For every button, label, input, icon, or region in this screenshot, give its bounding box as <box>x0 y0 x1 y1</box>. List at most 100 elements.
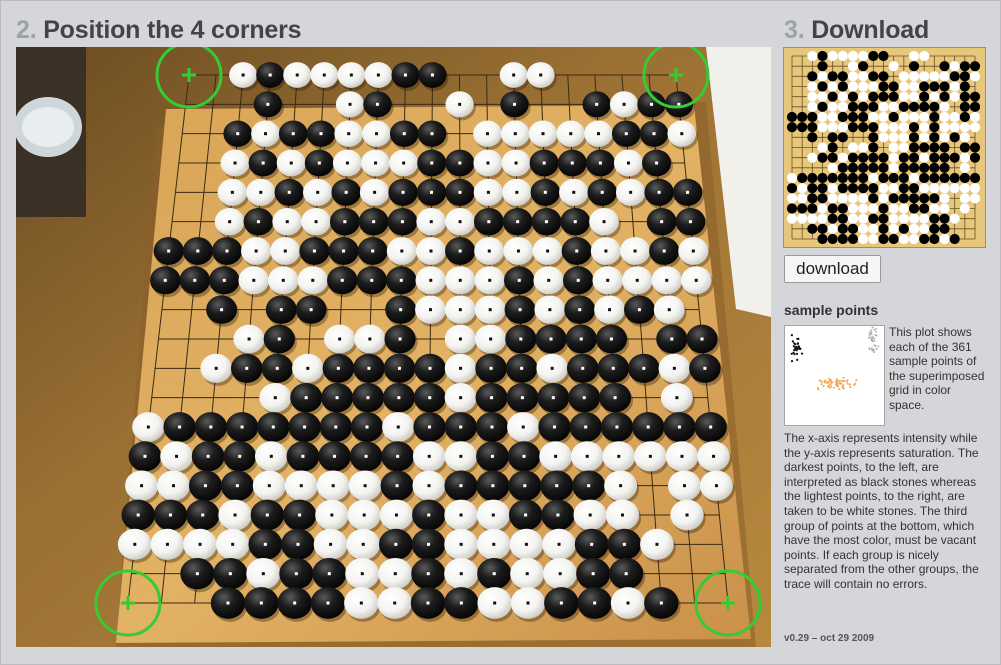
preview-white-stone <box>807 213 818 224</box>
preview-white-stone <box>878 132 889 143</box>
sample-point-dot <box>254 249 258 253</box>
preview-black-stone <box>919 172 930 184</box>
preview-black-stone <box>847 233 859 245</box>
preview-black-stone <box>786 203 798 214</box>
preview-white-stone <box>908 172 920 184</box>
sample-point-dot <box>459 601 463 605</box>
sample-point-dot <box>521 425 525 429</box>
sample-point-dot <box>245 366 249 370</box>
sample-point-dot <box>241 73 245 77</box>
sample-point-dot <box>635 278 639 282</box>
sample-point-dot <box>430 190 433 194</box>
sample-point-dot <box>523 484 527 488</box>
preview-white-stone <box>908 213 920 224</box>
preview-white-stone <box>898 71 909 82</box>
sample-point-dot <box>624 132 628 136</box>
sample-point-dot <box>590 542 594 546</box>
preview-black-stone <box>898 183 909 194</box>
sample-point-dot <box>214 366 218 370</box>
preview-white-stone <box>858 71 869 82</box>
preview-black-stone <box>817 172 828 184</box>
sample-point <box>828 377 831 380</box>
preview-white-stone <box>858 50 869 62</box>
preview-white-stone <box>817 91 828 102</box>
preview-white-stone <box>969 111 981 123</box>
preview-black-stone <box>929 132 940 143</box>
sample-point-dot <box>512 73 516 77</box>
sample-point-dot <box>649 102 653 106</box>
preview-white-stone <box>817 142 828 153</box>
download-button[interactable]: download <box>784 255 881 283</box>
preview-canvas <box>786 50 981 245</box>
sample-point-dot <box>261 161 265 165</box>
preview-black-stone <box>817 81 828 92</box>
preview-white-stone <box>888 183 899 194</box>
sample-point-dot <box>259 190 263 194</box>
sample-point-dot <box>591 572 595 576</box>
sample-point-dot <box>584 425 588 429</box>
preview-black-stone <box>858 152 869 163</box>
sample-point-dot <box>140 484 144 488</box>
preview-black-stone <box>878 71 889 82</box>
preview-black-stone <box>837 233 848 245</box>
preview-black-stone <box>959 142 970 153</box>
sample-point-dot <box>398 337 402 341</box>
sample-point <box>827 384 830 387</box>
preview-black-stone <box>929 193 940 204</box>
preview-black-stone <box>807 172 818 184</box>
preview-white-stone <box>837 91 848 102</box>
sample-point-dot <box>512 102 516 106</box>
preview-white-stone <box>959 183 970 194</box>
preview-black-stone <box>807 203 818 214</box>
sample-point-dot <box>486 132 490 136</box>
sample-point-dot <box>665 278 669 282</box>
sample-point-dot <box>557 542 561 546</box>
sample-point-dot <box>347 132 351 136</box>
sample-point <box>868 334 871 336</box>
preview-black-stone <box>878 233 889 245</box>
preview-black-stone <box>878 203 889 214</box>
preview-white-stone <box>939 111 950 123</box>
sample-point <box>829 383 832 386</box>
sample-point-dot <box>588 513 592 517</box>
sample-point-dot <box>283 249 287 253</box>
sample-point-dot <box>329 542 333 546</box>
sample-point-dot <box>646 425 650 429</box>
preview-white-stone <box>908 111 920 123</box>
sample-point-dot <box>608 308 612 312</box>
preview-white-stone <box>807 101 818 112</box>
preview-black-stone <box>908 152 920 163</box>
preview-black-stone <box>898 223 909 234</box>
preview-black-stone <box>807 71 818 82</box>
sample-point-dot <box>622 542 626 546</box>
preview-black-stone <box>908 142 920 153</box>
preview-black-stone <box>939 172 950 184</box>
sample-point <box>870 333 873 336</box>
sample-point-dot <box>427 513 431 517</box>
sample-point-dot <box>298 513 302 517</box>
preview-white-stone <box>878 183 889 194</box>
sample-point-dot <box>458 190 462 194</box>
sample-point-dot <box>268 73 272 77</box>
preview-white-stone <box>868 203 879 214</box>
sample-point-dot <box>541 132 545 136</box>
preview-white-stone <box>837 50 848 62</box>
sample-point-dot <box>271 425 275 429</box>
sample-point-dot <box>427 542 430 546</box>
sample-point-dot <box>611 366 615 370</box>
sample-point-dot <box>519 337 523 341</box>
sample-point-dot <box>394 542 398 546</box>
preview-black-stone <box>868 183 879 194</box>
preview-white-stone <box>797 193 808 204</box>
sample-point-dot <box>331 484 335 488</box>
sample-point-dot <box>582 396 586 400</box>
sample-point <box>875 328 877 330</box>
go-board-photo[interactable] <box>16 47 771 647</box>
preview-white-stone <box>817 213 828 224</box>
sample-point-dot <box>336 366 340 370</box>
sample-point-dot <box>426 572 430 576</box>
preview-white-stone <box>827 81 838 92</box>
preview-black-stone <box>868 142 879 153</box>
sample-point-dot <box>143 454 147 458</box>
sample-point-dot <box>195 572 199 576</box>
